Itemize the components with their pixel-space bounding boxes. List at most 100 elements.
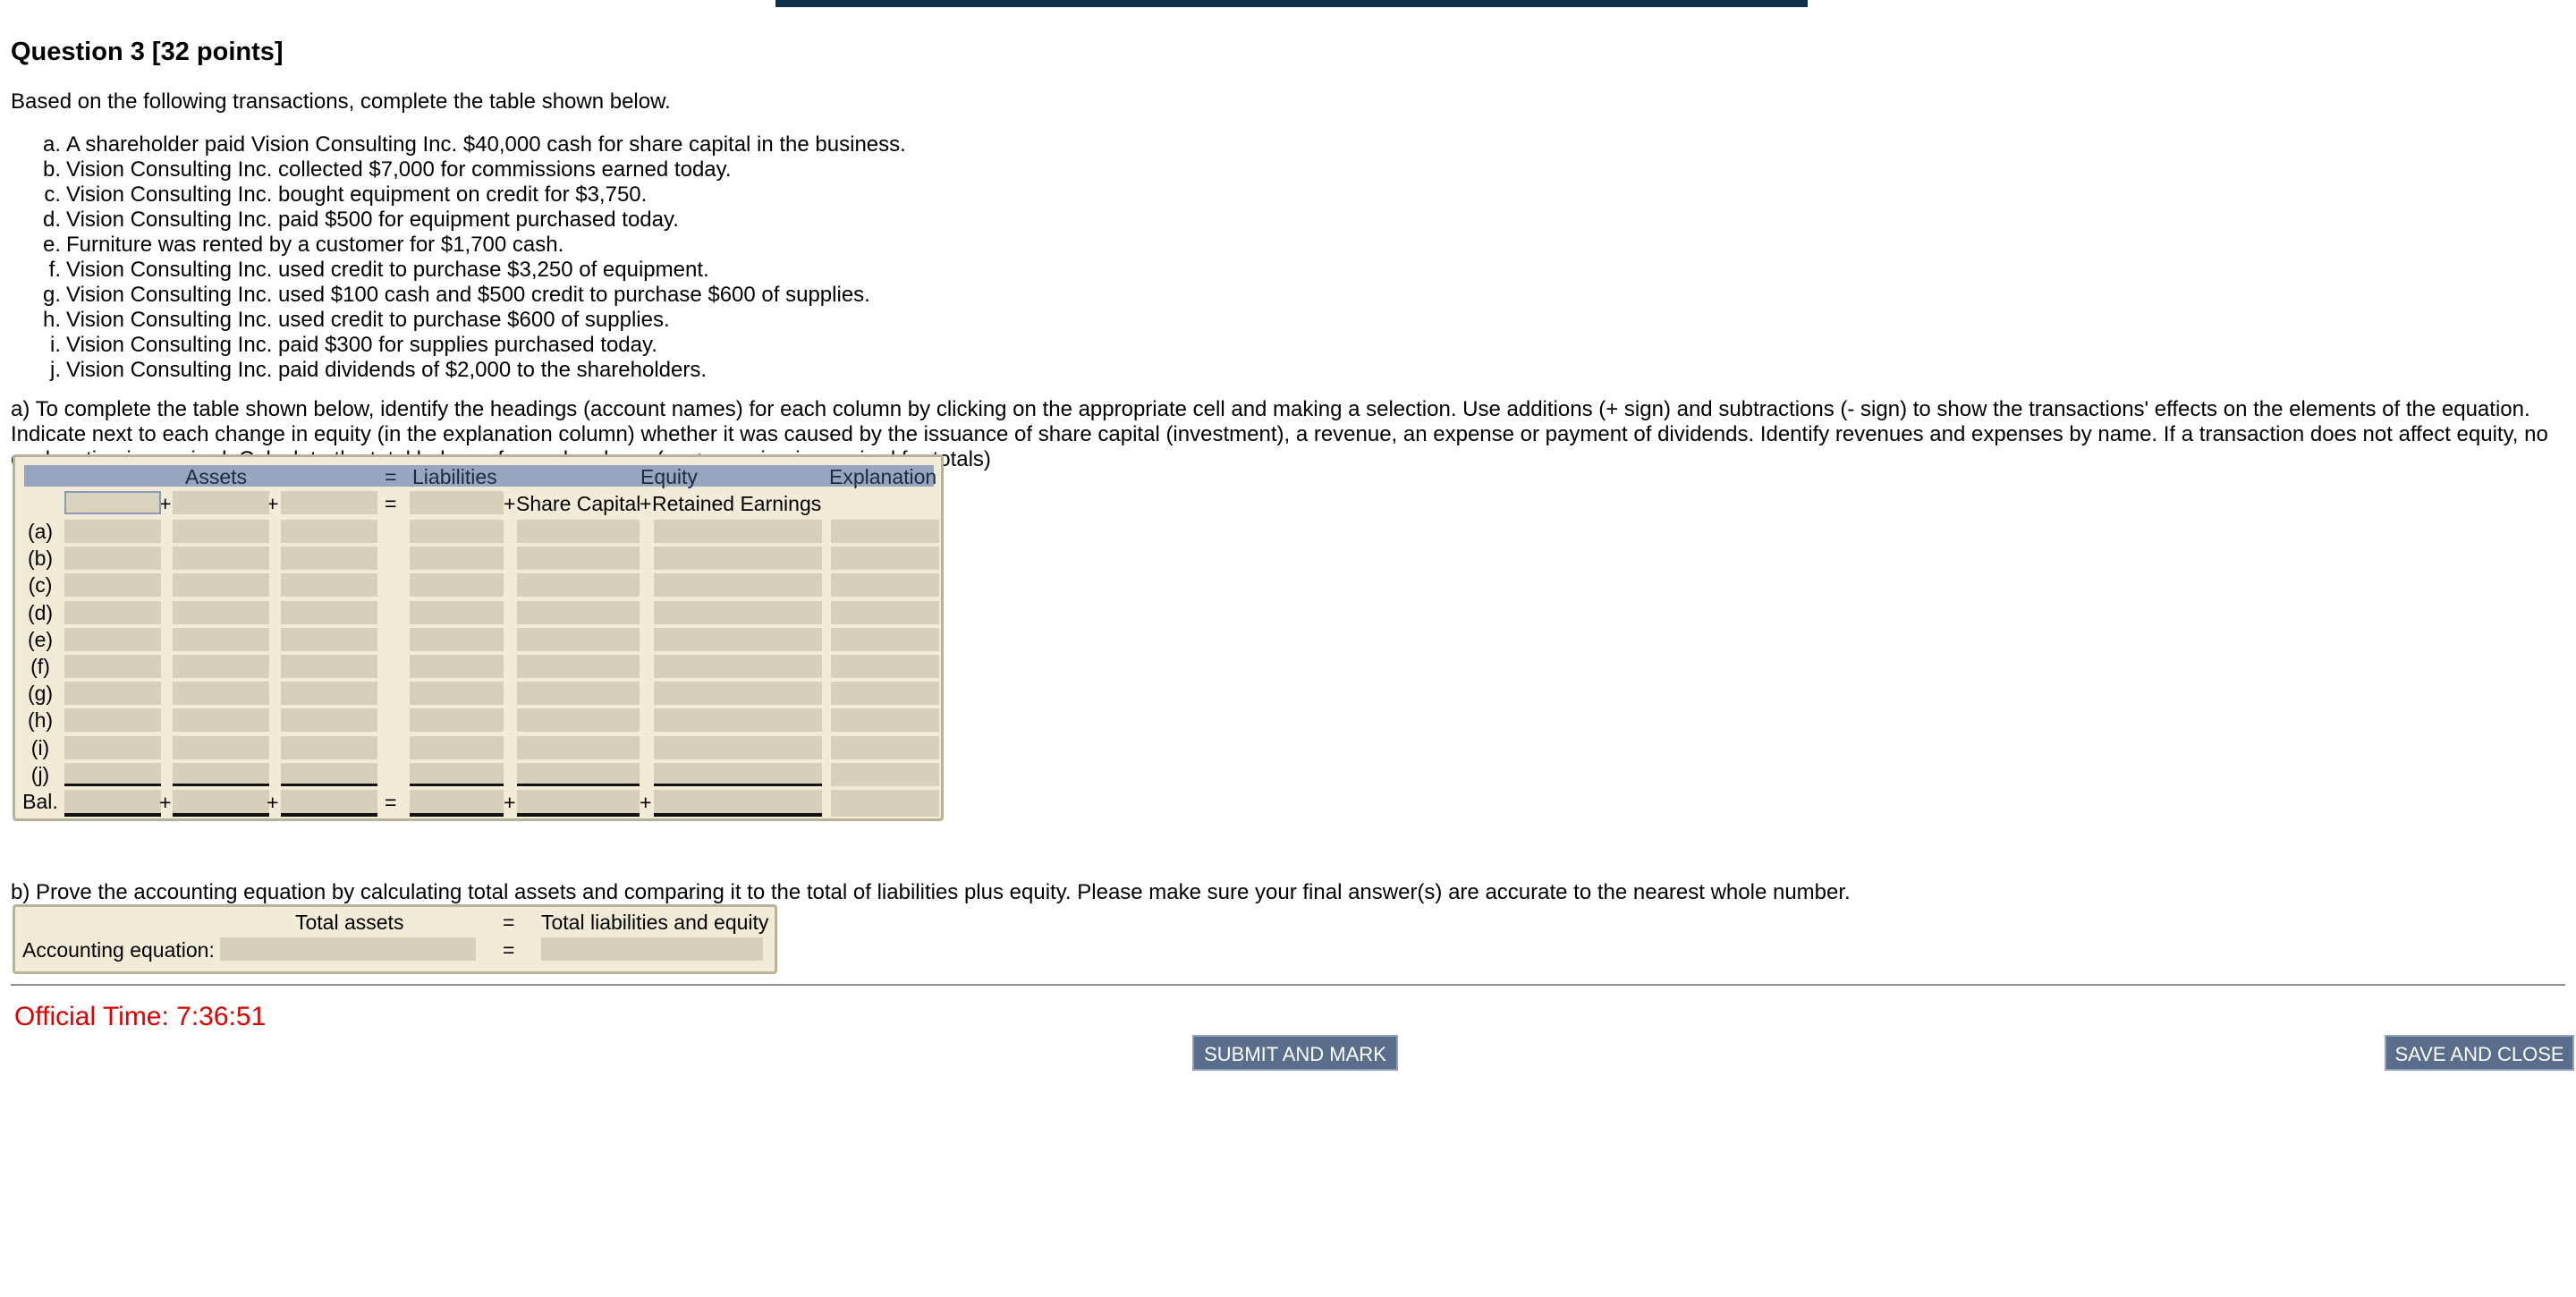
table-cell-input[interactable] <box>654 520 822 543</box>
list-text: Vision Consulting Inc. bought equipment … <box>66 182 648 207</box>
table-cell-input[interactable] <box>654 735 822 759</box>
table-cell-input[interactable] <box>64 708 161 733</box>
table-cell-input[interactable] <box>517 547 640 571</box>
table-cell-input[interactable] <box>173 627 269 651</box>
table-cell-input[interactable] <box>410 682 504 706</box>
table-cell-input[interactable] <box>517 655 640 678</box>
table-cell-input[interactable] <box>831 708 939 733</box>
balance-cell-input[interactable] <box>831 790 939 817</box>
table-cell-input[interactable] <box>831 547 939 571</box>
list-letter: c. <box>44 182 61 207</box>
table-cell-input[interactable] <box>64 762 161 786</box>
table-cell-input[interactable] <box>517 573 640 598</box>
total-assets-input[interactable] <box>220 937 476 961</box>
table-cell-input[interactable] <box>654 627 822 651</box>
table-cell-input[interactable] <box>64 735 161 759</box>
table-cell-input[interactable] <box>281 655 377 678</box>
table-cell-input[interactable] <box>281 520 377 543</box>
table-cell-input[interactable] <box>654 655 822 678</box>
table-cell-input[interactable] <box>654 708 822 733</box>
table-cell-input[interactable] <box>831 627 939 651</box>
table-cell-input[interactable] <box>517 735 640 759</box>
table-cell-input[interactable] <box>654 600 822 624</box>
table-cell-input[interactable] <box>831 520 939 543</box>
table-cell-input[interactable] <box>281 735 377 759</box>
table-cell-input[interactable] <box>173 600 269 624</box>
list-text: Vision Consulting Inc. paid $300 for sup… <box>66 333 657 357</box>
plus-sign: + <box>504 791 516 814</box>
account-heading-select[interactable] <box>281 491 377 514</box>
table-cell-input[interactable] <box>64 655 161 678</box>
row-label: (a) <box>27 520 54 543</box>
table-cell-input[interactable] <box>410 708 504 733</box>
table-cell-input[interactable] <box>517 708 640 733</box>
plus-sign: + <box>159 492 172 515</box>
submit-and-mark-button[interactable]: SUBMIT AND MARK <box>1192 1035 1398 1071</box>
table-cell-input[interactable] <box>64 573 161 598</box>
table-cell-input[interactable] <box>173 735 269 759</box>
header-equity: Equity <box>640 465 698 488</box>
table-cell-input[interactable] <box>410 520 504 543</box>
table-cell-input[interactable] <box>64 520 161 543</box>
table-cell-input[interactable] <box>173 520 269 543</box>
table-cell-input[interactable] <box>64 682 161 706</box>
table-cell-input[interactable] <box>173 655 269 678</box>
table-cell-input[interactable] <box>410 655 504 678</box>
balance-cell-input[interactable] <box>517 790 640 817</box>
table-cell-input[interactable] <box>281 627 377 651</box>
total-liabilities-equity-input[interactable] <box>541 937 763 961</box>
table-cell-input[interactable] <box>517 762 640 786</box>
table-cell-input[interactable] <box>64 547 161 571</box>
table-cell-input[interactable] <box>517 520 640 543</box>
table-cell-input[interactable] <box>410 735 504 759</box>
divider <box>11 984 2565 986</box>
table-cell-input[interactable] <box>517 627 640 651</box>
table-cell-input[interactable] <box>517 682 640 706</box>
account-heading-select[interactable] <box>410 491 504 514</box>
balance-cell-input[interactable] <box>281 790 377 817</box>
table-cell-input[interactable] <box>173 708 269 733</box>
table-cell-input[interactable] <box>281 573 377 598</box>
table-cell-input[interactable] <box>410 600 504 624</box>
table-cell-input[interactable] <box>831 762 939 786</box>
balance-cell-input[interactable] <box>654 790 822 817</box>
table-cell-input[interactable] <box>831 735 939 759</box>
table-cell-input[interactable] <box>281 708 377 733</box>
equals-sign: = <box>385 791 397 814</box>
table-cell-input[interactable] <box>173 682 269 706</box>
table-cell-input[interactable] <box>281 762 377 786</box>
balance-cell-input[interactable] <box>173 790 269 817</box>
table-cell-input[interactable] <box>173 547 269 571</box>
table-cell-input[interactable] <box>281 682 377 706</box>
table-cell-input[interactable] <box>831 682 939 706</box>
table-cell-input[interactable] <box>654 682 822 706</box>
table-cell-input[interactable] <box>173 762 269 786</box>
part-b-instructions: b) Prove the accounting equation by calc… <box>11 880 1851 904</box>
account-heading-select[interactable] <box>173 491 269 514</box>
list-letter: b. <box>42 157 61 182</box>
table-cell-input[interactable] <box>654 547 822 571</box>
table-cell-input[interactable] <box>654 762 822 786</box>
table-cell-input[interactable] <box>410 627 504 651</box>
table-cell-input[interactable] <box>64 600 161 624</box>
balance-cell-input[interactable] <box>410 790 504 817</box>
table-cell-input[interactable] <box>831 573 939 598</box>
table-cell-input[interactable] <box>654 573 822 598</box>
table-cell-input[interactable] <box>831 600 939 624</box>
account-heading-select[interactable] <box>64 491 161 514</box>
save-and-close-button[interactable]: SAVE AND CLOSE <box>2385 1035 2574 1071</box>
table-cell-input[interactable] <box>173 573 269 598</box>
table-cell-input[interactable] <box>831 655 939 678</box>
balance-cell-input[interactable] <box>64 790 161 817</box>
table-cell-input[interactable] <box>64 627 161 651</box>
header-liabilities: Liabilities <box>412 465 497 488</box>
table-cell-input[interactable] <box>517 600 640 624</box>
table-cell-input[interactable] <box>281 600 377 624</box>
table-cell-input[interactable] <box>281 547 377 571</box>
table-cell-input[interactable] <box>410 573 504 598</box>
list-text: A shareholder paid Vision Consulting Inc… <box>66 132 906 157</box>
table-cell-input[interactable] <box>410 547 504 571</box>
table-cell-input[interactable] <box>410 762 504 786</box>
row-label: (b) <box>27 547 54 571</box>
header-explanation: Explanation <box>829 465 937 488</box>
